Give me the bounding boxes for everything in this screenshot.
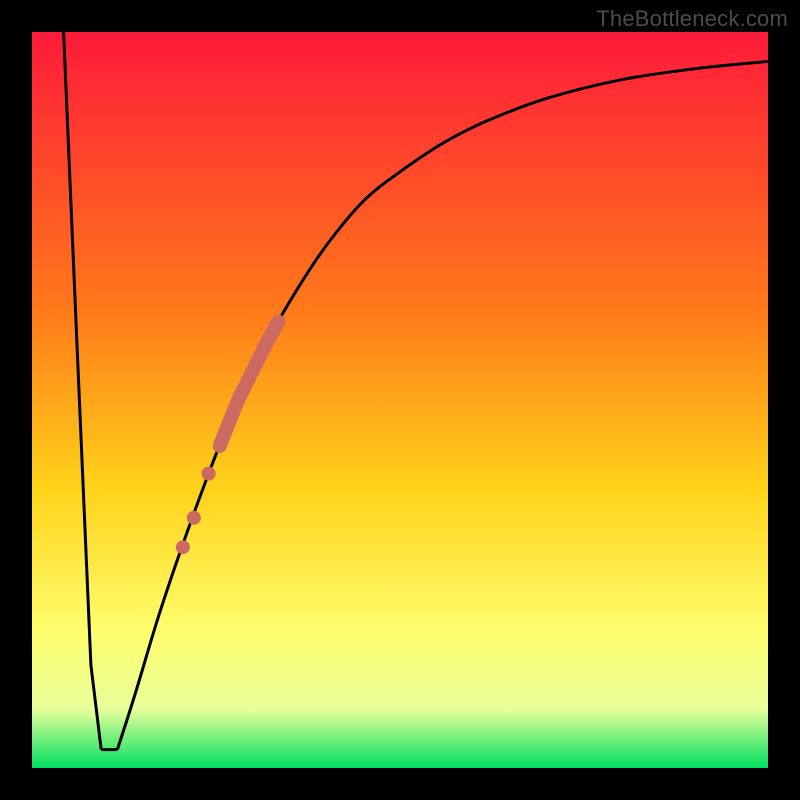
watermark-text: TheBottleneck.com bbox=[596, 6, 788, 32]
plot-area bbox=[32, 32, 768, 768]
marker-dot bbox=[268, 319, 282, 333]
gradient-background bbox=[32, 32, 768, 768]
marker-dot bbox=[176, 540, 190, 554]
marker-dot bbox=[202, 467, 216, 481]
chart-frame: TheBottleneck.com bbox=[0, 0, 800, 800]
marker-dot bbox=[187, 511, 201, 525]
chart-svg bbox=[32, 32, 768, 768]
